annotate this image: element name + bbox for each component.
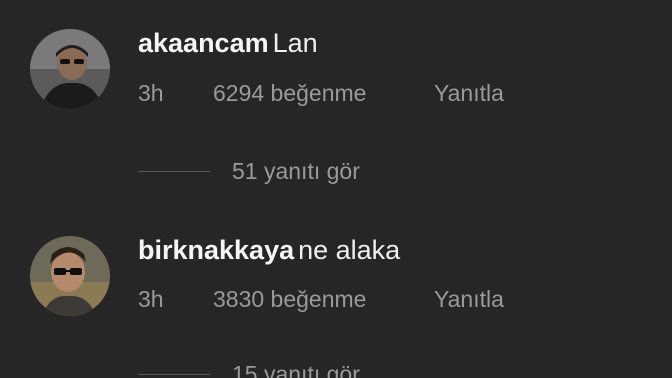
- comment-text-line: akaancam Lan: [138, 27, 318, 59]
- comment-username[interactable]: birknakkaya: [138, 235, 294, 265]
- view-replies-button[interactable]: 51 yanıtı gör: [232, 157, 360, 185]
- avatar[interactable]: [30, 29, 110, 109]
- comment-time: 3h: [138, 286, 164, 312]
- comment-body: ne alaka: [298, 235, 401, 265]
- comment-meta: 3h 3830 beğenme Yanıtla: [138, 285, 504, 313]
- comment-likes[interactable]: 6294 beğenme: [213, 79, 434, 107]
- comment-time: 3h: [138, 80, 164, 106]
- comment-username[interactable]: akaancam: [138, 28, 269, 58]
- comment-likes[interactable]: 3830 beğenme: [213, 285, 434, 313]
- view-replies-button[interactable]: 15 yanıtı gör: [232, 360, 360, 378]
- comments-screen: akaancam Lan 3h 6294 beğenme Yanıtla 51 yan…: [0, 0, 672, 378]
- avatar-image: [30, 29, 110, 109]
- replies-divider: [138, 374, 210, 375]
- comment-text-line: birknakkaya ne alaka: [138, 234, 400, 266]
- avatar[interactable]: [30, 236, 110, 316]
- reply-button[interactable]: Yanıtla: [434, 79, 504, 107]
- comment-body: Lan: [272, 28, 318, 58]
- comment-meta: 3h 6294 beğenme Yanıtla: [138, 79, 504, 107]
- reply-button[interactable]: Yanıtla: [434, 285, 504, 313]
- replies-divider: [138, 171, 210, 172]
- avatar-image: [30, 236, 110, 316]
